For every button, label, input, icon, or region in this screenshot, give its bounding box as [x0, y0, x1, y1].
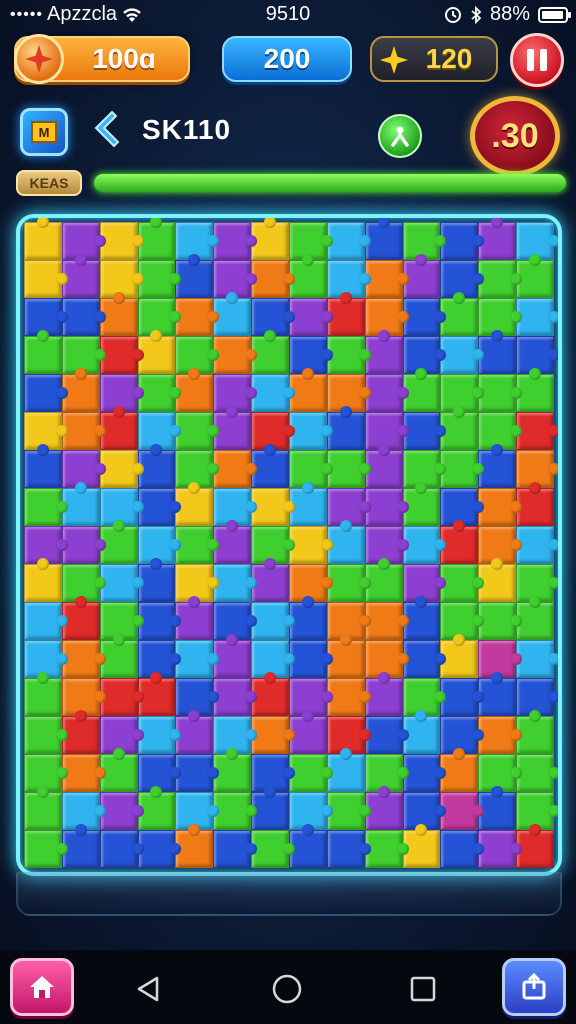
- puzzle-piece[interactable]: [175, 596, 214, 640]
- puzzle-piece[interactable]: [24, 330, 62, 374]
- battery-percent: 88%: [489, 3, 530, 25]
- home-button[interactable]: [10, 958, 74, 1016]
- alarm-icon: [444, 6, 461, 23]
- puzzle-board: [16, 214, 562, 876]
- puzzle-piece[interactable]: [175, 254, 214, 298]
- puzzle-piece[interactable]: [24, 218, 62, 260]
- bluetooth-icon: [471, 5, 482, 24]
- coins-value: 100ɑ: [92, 43, 156, 74]
- score-counter: 200: [222, 36, 352, 82]
- share-button[interactable]: [502, 958, 566, 1016]
- puzzle-piece[interactable]: [440, 406, 479, 450]
- puzzle-piece[interactable]: [24, 444, 62, 488]
- puzzle-piece[interactable]: [24, 830, 68, 868]
- puzzle-piece[interactable]: [440, 292, 479, 336]
- puzzle-piece[interactable]: [440, 634, 479, 678]
- puzzle-piece[interactable]: [24, 602, 68, 640]
- level-badge-icon: M: [31, 121, 57, 143]
- puzzle-piece[interactable]: [175, 754, 220, 792]
- pause-icon-bar: [527, 49, 534, 71]
- level-badge[interactable]: M: [20, 108, 68, 156]
- pause-icon-bar: [540, 49, 547, 71]
- battery-icon: [538, 6, 571, 23]
- puzzle-piece[interactable]: [24, 786, 62, 830]
- puzzle-piece[interactable]: [440, 336, 485, 374]
- puzzle-piece[interactable]: [24, 716, 68, 754]
- puzzle-piece[interactable]: [175, 526, 220, 564]
- back-icon[interactable]: [133, 974, 163, 1004]
- puzzle-piece[interactable]: [24, 374, 68, 412]
- puzzle-piece[interactable]: [440, 792, 485, 830]
- puzzle-piece[interactable]: [24, 672, 62, 716]
- runner-icon: [391, 126, 409, 147]
- board-shelf: [16, 872, 562, 916]
- puzzle-piece[interactable]: [440, 678, 485, 716]
- gems-value: 120: [425, 43, 473, 74]
- share-icon: [522, 972, 546, 1000]
- progress-track: [94, 174, 566, 192]
- puzzle-piece[interactable]: [175, 368, 214, 412]
- puzzle-piece[interactable]: [24, 488, 68, 526]
- gems-counter[interactable]: 120: [370, 36, 498, 82]
- puzzle-piece[interactable]: [99, 830, 144, 868]
- coins-counter[interactable]: 100ɑ: [14, 34, 190, 84]
- score-value: 200: [263, 43, 311, 74]
- status-right: 88%: [444, 3, 571, 26]
- puzzle-piece[interactable]: [24, 558, 62, 602]
- progress-label: KEAS: [16, 170, 82, 196]
- puzzle-piece[interactable]: [440, 222, 485, 260]
- recents-icon[interactable]: [408, 974, 438, 1004]
- home-icon: [30, 976, 54, 998]
- puzzle-piece[interactable]: [175, 482, 214, 526]
- puzzle-piece[interactable]: [175, 640, 220, 678]
- timer-badge: .30: [470, 96, 560, 176]
- status-bar: ••••• Apzzcla 9510 88%: [0, 0, 576, 28]
- progress-fill: [94, 174, 566, 192]
- puzzle-grid: [24, 218, 558, 868]
- coin-icon: [14, 34, 64, 84]
- level-progress: KEAS: [16, 170, 566, 196]
- puzzle-piece[interactable]: [175, 412, 220, 450]
- puzzle-piece[interactable]: [213, 830, 257, 868]
- puzzle-piece[interactable]: [440, 450, 485, 488]
- puzzle-piece[interactable]: [326, 830, 371, 868]
- puzzle-piece[interactable]: [175, 710, 214, 754]
- puzzle-piece[interactable]: [175, 824, 214, 868]
- puzzle-piece[interactable]: [24, 260, 68, 298]
- puzzle-piece[interactable]: [440, 520, 479, 564]
- pause-button[interactable]: [510, 33, 564, 87]
- puzzle-piece[interactable]: [440, 748, 479, 792]
- player-name: SK110: [142, 114, 232, 145]
- puzzle-piece[interactable]: [175, 298, 220, 336]
- home-circle-icon[interactable]: [272, 974, 302, 1004]
- gold-star-icon: [380, 46, 408, 74]
- pointer-icon[interactable]: [92, 108, 128, 148]
- puzzle-piece[interactable]: [440, 564, 485, 602]
- person-icon[interactable]: [378, 114, 422, 158]
- puzzle-piece[interactable]: [440, 830, 485, 868]
